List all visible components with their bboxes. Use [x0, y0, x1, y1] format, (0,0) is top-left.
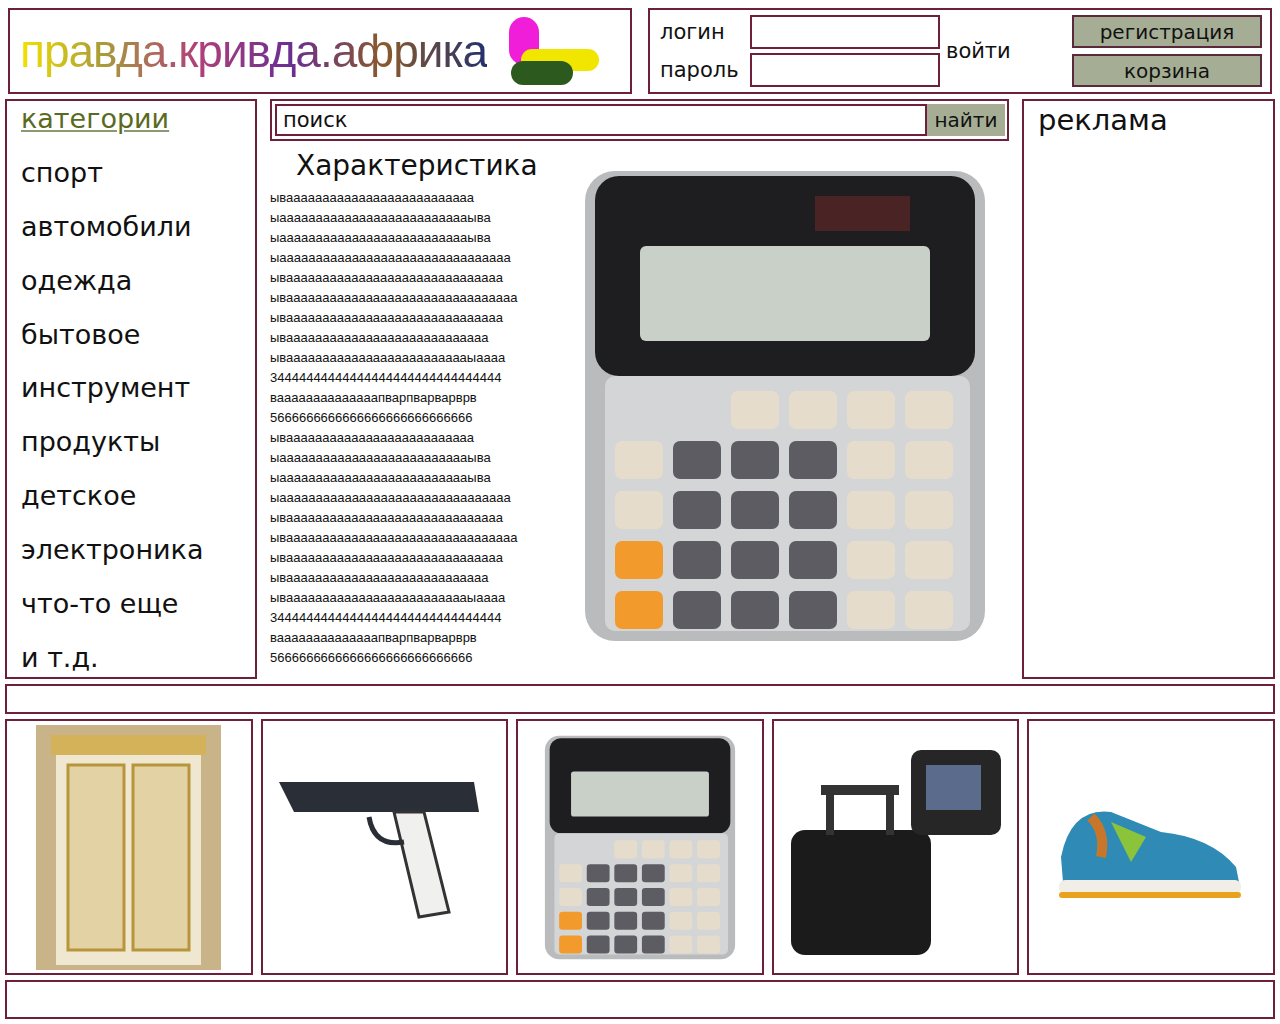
description-line: ываааааааааааааааааааааааааааа: [270, 328, 575, 348]
description-line: ываааааааааааааааааааааааааааааааа: [270, 288, 575, 308]
sidebar: категории спорт автомобили одежда бытовое инс…: [5, 99, 257, 679]
header: правда.кривда.африка логин пароль войти реги…: [5, 8, 1275, 94]
calculator-photo-icon: [540, 731, 740, 964]
description-line: 5666666666666666666666666666: [270, 648, 575, 668]
search-button[interactable]: найти: [927, 104, 1005, 136]
description-line: ыааааааааааааааааааааааааааыва: [270, 448, 575, 468]
sidebar-item[interactable]: автомобили: [21, 211, 247, 242]
divider-bar: [5, 684, 1275, 714]
description-line: ыаааааааааааааааааааааааааааааааа: [270, 248, 575, 268]
description-line: ываааааааааааааааааааааааааааааа: [270, 508, 575, 528]
logo-panel: правда.кривда.африка: [8, 8, 632, 94]
ad-title: реклама: [1038, 103, 1168, 137]
description-line: ыаааааааааааааааааааааааааааааааа: [270, 488, 575, 508]
pistol-photo-icon: [274, 772, 494, 922]
description-line: ываааааааааааааааааааааааааа: [270, 188, 575, 208]
login-panel: логин пароль войти регистрация корзина: [648, 8, 1272, 94]
password-input[interactable]: [750, 53, 940, 87]
calculator-photo-icon: [575, 161, 995, 651]
login-input[interactable]: [750, 15, 940, 49]
gallery: [5, 719, 1275, 975]
search-input[interactable]: [275, 104, 927, 136]
gallery-card[interactable]: [1027, 719, 1275, 975]
sidebar-item[interactable]: что-то еще: [21, 588, 247, 619]
description-line: ваааааааааааааапварпварварврв: [270, 628, 575, 648]
gallery-card[interactable]: [261, 719, 509, 975]
sneaker-photo-icon: [1051, 782, 1251, 912]
sidebar-item[interactable]: одежда: [21, 265, 247, 296]
password-label: пароль: [660, 58, 744, 82]
login-fields: логин пароль: [660, 15, 940, 87]
description-line: ваааааааааааааапварпварварврв: [270, 388, 575, 408]
description-line: ываааааааааааааааааааааааааааа: [270, 568, 575, 588]
sidebar-item[interactable]: детское: [21, 480, 247, 511]
description-line: 34444444444444444444444444444444: [270, 368, 575, 388]
sidebar-item[interactable]: продукты: [21, 426, 247, 457]
sidebar-item[interactable]: инструмент: [21, 372, 247, 403]
description-line: ыааааааааааааааааааааааааааыва: [270, 208, 575, 228]
gallery-card[interactable]: [772, 719, 1020, 975]
sidebar-item[interactable]: и т.д.: [21, 642, 247, 673]
description-line: ыааааааааааааааааааааааааааыва: [270, 468, 575, 488]
sidebar-item[interactable]: бытовое: [21, 319, 247, 350]
page: правда.кривда.африка логин пароль войти реги…: [0, 0, 1280, 1024]
cart-button[interactable]: корзина: [1072, 54, 1262, 87]
logo-blobs-icon: [507, 11, 607, 91]
login-button[interactable]: войти: [946, 39, 1011, 63]
description-line: ываааааааааааааааааааааааааааааа: [270, 308, 575, 328]
sidebar-title[interactable]: категории: [21, 103, 247, 134]
ad-panel: реклама: [1022, 99, 1275, 679]
account-buttons: регистрация корзина: [1072, 15, 1262, 87]
search-bar: найти: [270, 99, 1009, 141]
description-line: ываааааааааааааааааааааааааа: [270, 428, 575, 448]
description-line: 34444444444444444444444444444444: [270, 608, 575, 628]
description-line: ываааааааааааааааааааааааааааааа: [270, 268, 575, 288]
description-line: ываааааааааааааааааааааааааааааааа: [270, 528, 575, 548]
description-line: ываааааааааааааааааааааааааыаааа: [270, 348, 575, 368]
password-row: пароль: [660, 53, 940, 87]
gallery-card[interactable]: [5, 719, 253, 975]
description: Характеристикаываааааааааааааааааааааааа…: [270, 141, 575, 679]
description-heading: Характеристика: [270, 141, 575, 188]
bags-photo-icon: [781, 735, 1011, 960]
description-line: ываааааааааааааааааааааааааыаааа: [270, 588, 575, 608]
product-details: Характеристикаываааааааааааааааааааааааа…: [270, 141, 1009, 679]
register-button[interactable]: регистрация: [1072, 15, 1262, 48]
logo-text[interactable]: правда.кривда.африка: [20, 24, 487, 78]
description-line: ыааааааааааааааааааааааааааыва: [270, 228, 575, 248]
sidebar-item[interactable]: спорт: [21, 157, 247, 188]
description-line: ываааааааааааааааааааааааааааааа: [270, 548, 575, 568]
login-row: логин: [660, 15, 940, 49]
sidebar-item[interactable]: электроника: [21, 534, 247, 565]
wardrobe-photo-icon: [36, 725, 221, 970]
footer: [5, 980, 1275, 1019]
content: найтиХарактеристикаывааааааааааааааааааа…: [264, 99, 1015, 679]
description-line: 5666666666666666666666666666: [270, 408, 575, 428]
login-label: логин: [660, 20, 744, 44]
main: категории спорт автомобили одежда бытовое инс…: [5, 99, 1275, 679]
gallery-card[interactable]: [516, 719, 764, 975]
